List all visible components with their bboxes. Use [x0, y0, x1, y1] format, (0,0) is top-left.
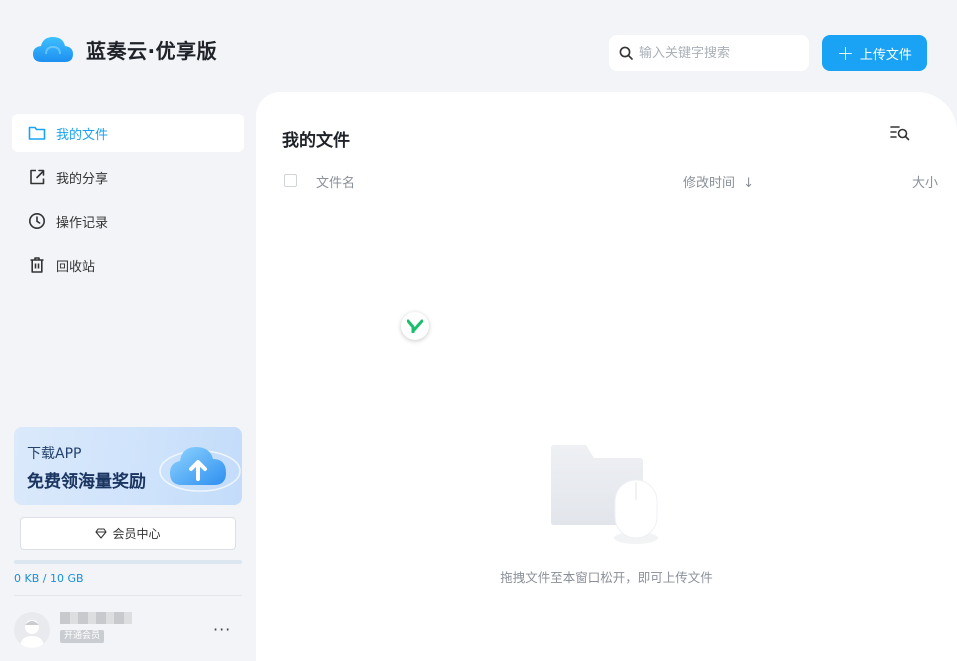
search-icon — [619, 46, 633, 60]
plus-icon: + — [837, 41, 854, 65]
empty-state-text: 拖拽文件至本窗口松开，即可上传文件 — [500, 570, 713, 585]
file-list-panel: 我的文件 文件名 修改时间 ↓ 大小 拖拽文件至本窗口松开，即可上传文件 — [256, 92, 957, 661]
y-logo-icon — [407, 319, 423, 333]
floating-app-icon[interactable] — [401, 312, 429, 340]
diamond-icon — [95, 528, 108, 539]
app-logo: 蓝奏云·优享版 — [32, 34, 217, 64]
app-title: 蓝奏云·优享版 — [86, 38, 218, 63]
member-badge[interactable]: 开通会员 — [60, 630, 105, 643]
sidebar-item-my-files[interactable]: 我的文件 — [12, 114, 244, 152]
sidebar-divider — [14, 595, 242, 596]
search-box[interactable] — [609, 35, 809, 71]
upload-file-button[interactable]: + 上传文件 — [822, 35, 927, 71]
empty-folder-icon — [551, 445, 658, 544]
search-input[interactable] — [639, 45, 789, 61]
column-header-size: 大小 — [912, 176, 939, 191]
more-options-button[interactable]: ··· — [213, 620, 231, 639]
cloud-upload-icon — [159, 447, 241, 492]
column-header-name: 文件名 — [316, 176, 356, 191]
storage-usage-text: 0 KB / 10 GB — [14, 572, 84, 585]
sort-arrow-icon: ↓ — [743, 176, 755, 191]
sidebar-nav: 我的文件 我的分享 操作记录 回收站 — [12, 114, 244, 290]
share-icon — [30, 169, 45, 185]
member-center-button[interactable]: 会员中心 — [20, 517, 236, 550]
page-title: 我的文件 — [282, 131, 350, 151]
filter-search-icon[interactable] — [890, 124, 910, 146]
sidebar-item-label: 回收站 — [56, 259, 96, 275]
folder-icon — [28, 126, 46, 140]
trash-icon — [30, 257, 44, 273]
sidebar-item-label: 我的分享 — [56, 171, 109, 187]
cloud-logo-icon — [32, 34, 74, 64]
avatar[interactable] — [14, 612, 50, 648]
sidebar-item-operation-log[interactable]: 操作记录 — [12, 202, 244, 240]
upload-file-label: 上传文件 — [859, 47, 912, 63]
username-redacted — [60, 612, 132, 624]
storage-progress-bar — [14, 560, 242, 564]
user-avatar-icon — [20, 620, 44, 648]
sidebar-item-label: 操作记录 — [56, 215, 109, 231]
promo-title: 下载APP — [27, 446, 82, 462]
column-header-modified[interactable]: 修改时间 ↓ — [683, 172, 754, 191]
sidebar-item-label: 我的文件 — [56, 127, 109, 143]
promo-subtitle: 免费领海量奖励 — [27, 472, 146, 492]
sidebar-item-recycle-bin[interactable]: 回收站 — [12, 246, 244, 284]
member-center-label: 会员中心 — [112, 527, 161, 541]
download-app-banner[interactable]: 下载APP 免费领海量奖励 — [14, 427, 242, 505]
column-header-modified-label: 修改时间 — [683, 176, 736, 191]
sidebar-item-my-shares[interactable]: 我的分享 — [12, 158, 244, 196]
clock-icon — [29, 213, 45, 229]
select-all-checkbox[interactable] — [284, 174, 297, 187]
